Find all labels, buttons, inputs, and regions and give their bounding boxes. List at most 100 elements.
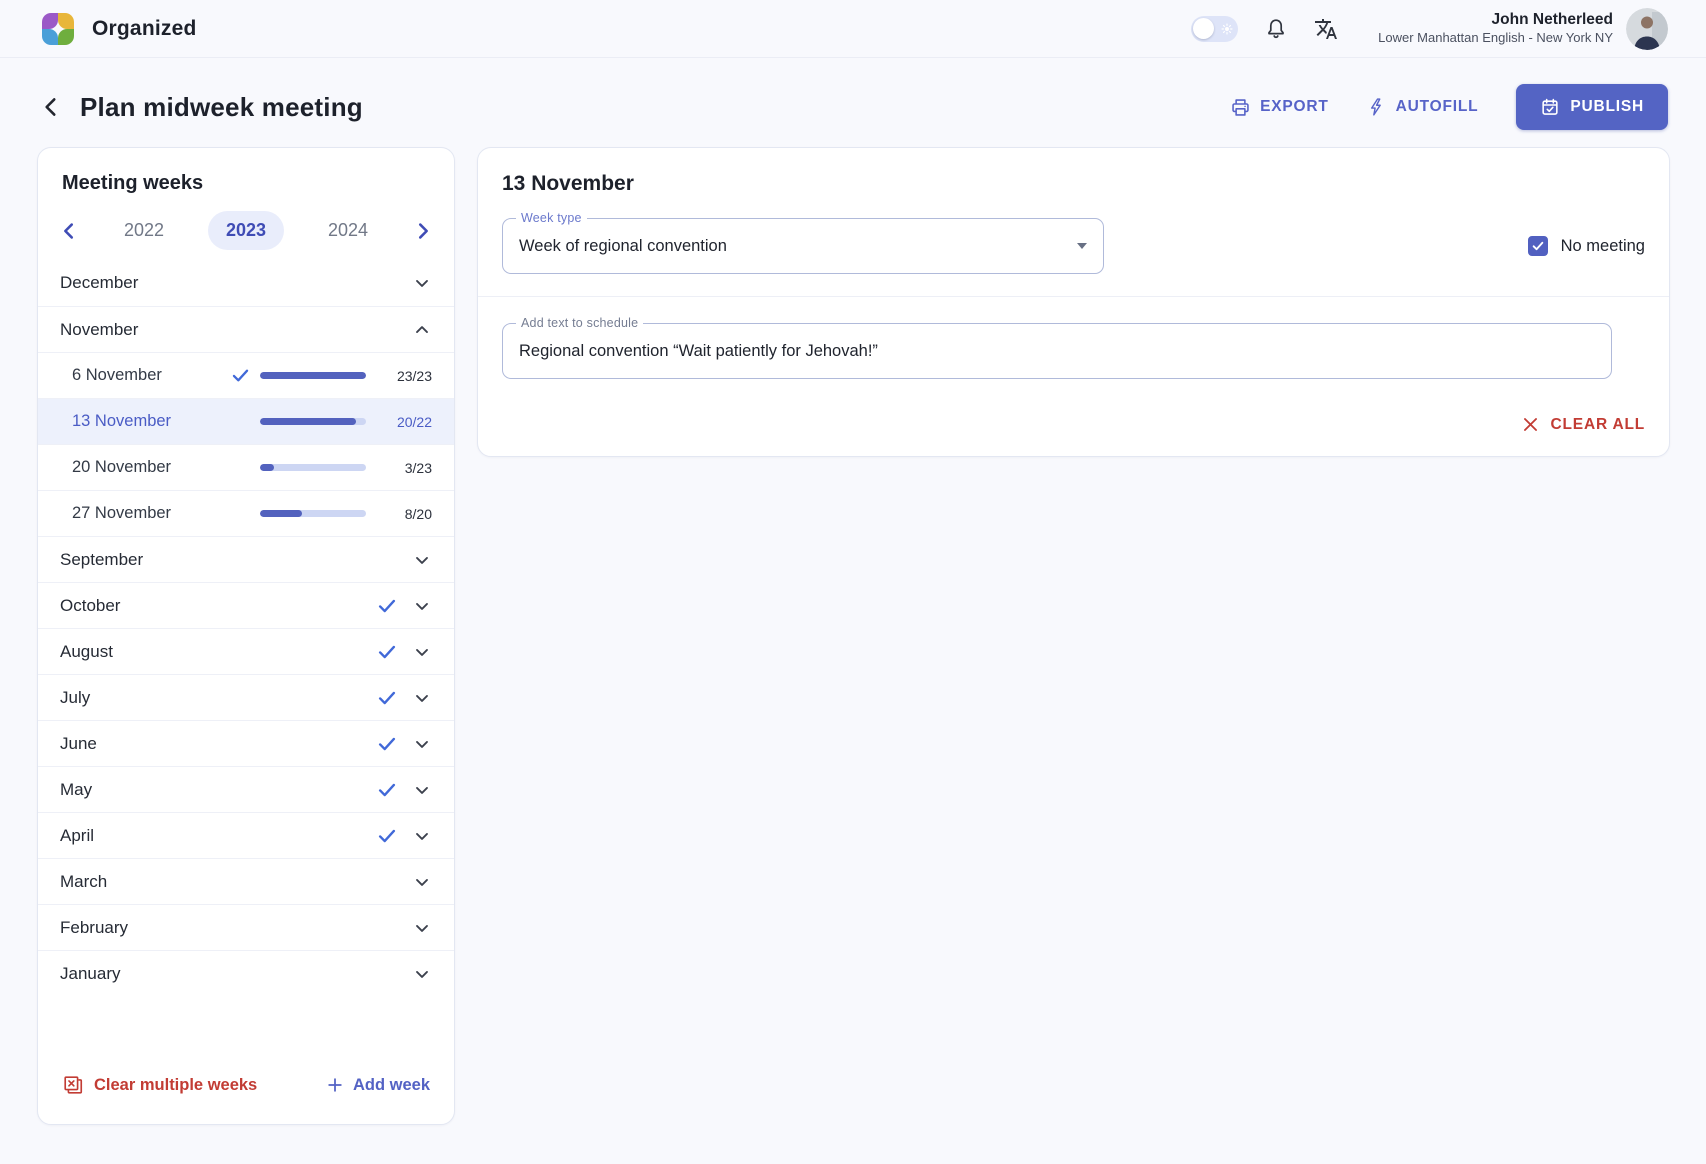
week-type-label: Week type xyxy=(516,211,587,225)
month-label: July xyxy=(60,688,376,708)
year-nav: 2022 2023 2024 xyxy=(38,199,454,260)
week-type-select[interactable]: Week type Week of regional convention xyxy=(502,218,1104,274)
sidebar-footer: Clear multiple weeks Add week xyxy=(38,1058,454,1124)
page-head: Plan midweek meeting EXPORT AUTOFILL PUB xyxy=(30,84,1668,130)
x-icon xyxy=(1521,415,1540,434)
year-tab-2022[interactable]: 2022 xyxy=(106,211,182,250)
month-row[interactable]: August xyxy=(38,628,454,674)
week-row[interactable]: 6 November 23/23 xyxy=(38,352,454,398)
year-tab-2023[interactable]: 2023 xyxy=(208,211,284,250)
month-row[interactable]: April xyxy=(38,812,454,858)
chevron-down-icon xyxy=(412,964,432,984)
no-meeting-checkbox[interactable] xyxy=(1528,236,1548,256)
month-row[interactable]: November xyxy=(38,306,454,352)
clear-row: CLEAR ALL xyxy=(502,415,1645,434)
autofill-label: AUTOFILL xyxy=(1396,98,1479,116)
month-row[interactable]: June xyxy=(38,720,454,766)
week-type-row: Week type Week of regional convention No… xyxy=(502,218,1645,274)
schedule-text-value: Regional convention “Wait patiently for … xyxy=(519,342,878,361)
week-progress-bar xyxy=(260,372,366,380)
week-progress-count: 3/23 xyxy=(366,460,432,476)
month-check-icon xyxy=(376,687,412,709)
month-row[interactable]: October xyxy=(38,582,454,628)
publish-label: PUBLISH xyxy=(1570,98,1644,116)
schedule-text-field[interactable]: Add text to schedule Regional convention… xyxy=(502,323,1612,379)
month-label: September xyxy=(60,550,376,570)
avatar[interactable] xyxy=(1626,8,1668,50)
sun-icon xyxy=(1220,22,1234,39)
language-button[interactable] xyxy=(1314,17,1338,41)
chevron-down-icon xyxy=(412,826,432,846)
theme-toggle[interactable] xyxy=(1191,16,1238,42)
user-info: John Netherleed Lower Manhattan English … xyxy=(1378,10,1613,47)
week-progress-count: 8/20 xyxy=(366,506,432,522)
export-button[interactable]: EXPORT xyxy=(1230,97,1329,118)
user-congregation: Lower Manhattan English - New York NY xyxy=(1378,30,1613,47)
printer-icon xyxy=(1230,97,1251,118)
month-check-icon xyxy=(376,641,412,663)
chevron-down-icon xyxy=(412,780,432,800)
next-year-arrow[interactable] xyxy=(412,220,434,242)
week-editor-panel: 13 November Week type Week of regional c… xyxy=(477,147,1670,457)
schedule-text-label: Add text to schedule xyxy=(516,316,643,330)
week-label: 20 November xyxy=(72,458,230,477)
publish-button[interactable]: PUBLISH xyxy=(1516,84,1668,130)
month-row[interactable]: February xyxy=(38,904,454,950)
month-check-icon xyxy=(376,779,412,801)
notifications-button[interactable] xyxy=(1264,17,1288,41)
divider xyxy=(478,296,1669,297)
chevron-down-icon xyxy=(412,596,432,616)
month-row[interactable]: May xyxy=(38,766,454,812)
add-week-button[interactable]: Add week xyxy=(325,1075,430,1095)
month-row[interactable]: March xyxy=(38,858,454,904)
week-row[interactable]: 27 November 8/20 xyxy=(38,490,454,536)
clear-all-label: CLEAR ALL xyxy=(1551,416,1645,434)
month-label: May xyxy=(60,780,376,800)
header-controls: John Netherleed Lower Manhattan English … xyxy=(1191,8,1668,50)
month-label: December xyxy=(60,273,376,293)
calendar-check-icon xyxy=(1540,97,1560,117)
month-row[interactable]: December xyxy=(38,260,454,306)
month-label: June xyxy=(60,734,376,754)
page-title: Plan midweek meeting xyxy=(80,92,363,123)
week-row[interactable]: 13 November 20/22 xyxy=(38,398,454,444)
month-row[interactable]: September xyxy=(38,536,454,582)
month-check-icon xyxy=(376,595,412,617)
back-button[interactable] xyxy=(30,86,72,128)
month-row[interactable]: January xyxy=(38,950,454,996)
chevron-down-icon xyxy=(412,688,432,708)
week-progress-fill xyxy=(260,464,274,472)
clear-all-button[interactable]: CLEAR ALL xyxy=(1521,415,1645,434)
meeting-weeks-panel: Meeting weeks 2022 2023 2024 December No… xyxy=(37,147,455,1125)
month-row[interactable]: July xyxy=(38,674,454,720)
chevron-down-icon xyxy=(412,872,432,892)
month-check-icon xyxy=(376,733,412,755)
page-actions: EXPORT AUTOFILL PUBLISH xyxy=(1230,84,1668,130)
chevron-down-icon xyxy=(412,918,432,938)
week-progress-bar xyxy=(260,418,366,426)
month-label: November xyxy=(60,320,376,340)
clear-multiple-weeks-button[interactable]: Clear multiple weeks xyxy=(62,1074,257,1096)
month-label: October xyxy=(60,596,376,616)
export-label: EXPORT xyxy=(1260,98,1329,116)
check-icon xyxy=(1531,239,1545,253)
week-type-value: Week of regional convention xyxy=(519,237,1067,256)
week-row[interactable]: 20 November 3/23 xyxy=(38,444,454,490)
dropdown-arrow-icon xyxy=(1077,243,1087,249)
chevron-down-icon xyxy=(412,273,432,293)
week-progress-bar xyxy=(260,510,366,518)
toggle-knob xyxy=(1193,18,1214,39)
week-progress-bar xyxy=(260,464,366,472)
week-progress-fill xyxy=(260,510,302,518)
week-check-icon xyxy=(230,365,260,386)
meeting-weeks-title: Meeting weeks xyxy=(38,148,454,199)
no-meeting-control[interactable]: No meeting xyxy=(1528,236,1645,256)
prev-year-arrow[interactable] xyxy=(58,220,80,242)
month-label: January xyxy=(60,964,376,984)
plus-icon xyxy=(325,1075,345,1095)
week-progress-fill xyxy=(260,418,356,426)
year-tab-2024[interactable]: 2024 xyxy=(310,211,386,250)
autofill-button[interactable]: AUTOFILL xyxy=(1367,97,1479,117)
app-logo-icon xyxy=(38,9,78,49)
app-title: Organized xyxy=(92,17,196,41)
